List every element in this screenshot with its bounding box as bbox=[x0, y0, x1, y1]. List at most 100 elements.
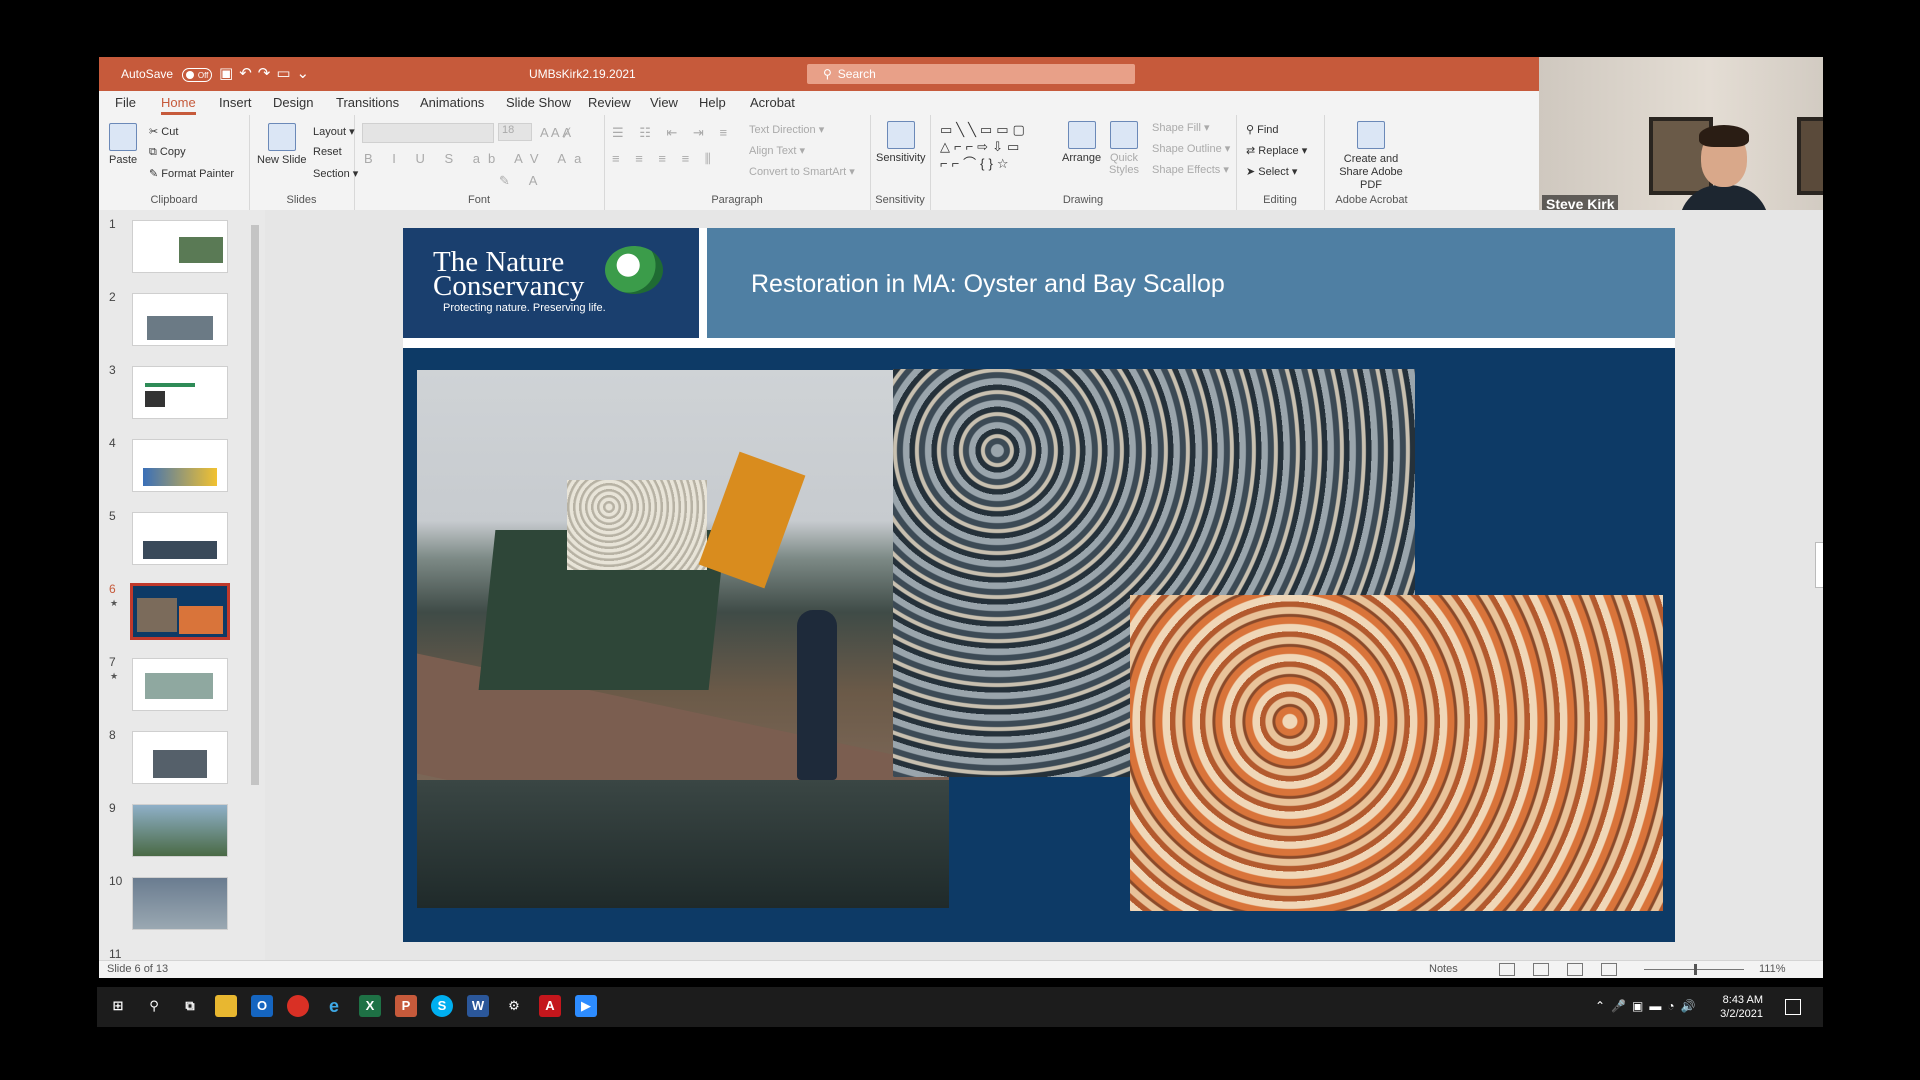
edge-icon[interactable]: e bbox=[323, 995, 345, 1017]
slide-thumbnail-9[interactable] bbox=[132, 804, 228, 857]
tab-transitions[interactable]: Transitions bbox=[336, 95, 399, 110]
slide-thumbnail-5[interactable] bbox=[132, 512, 228, 565]
font-style-buttons[interactable]: B I U S ab AV Aa bbox=[364, 151, 589, 166]
search-icon: ⚲ bbox=[823, 67, 832, 81]
save-icon[interactable]: ▣ bbox=[219, 65, 239, 82]
align-text-button[interactable]: Align Text ▾ bbox=[749, 144, 805, 157]
tab-help[interactable]: Help bbox=[699, 95, 726, 110]
list-buttons[interactable]: ☰ ☷ ⇤ ⇥ ≡ bbox=[612, 125, 733, 141]
cut-button[interactable]: ✂ Cut bbox=[149, 125, 178, 138]
slide-thumbnail-7[interactable] bbox=[132, 658, 228, 711]
layout-button[interactable]: Layout ▾ bbox=[313, 125, 355, 138]
excel-icon[interactable]: X bbox=[359, 995, 381, 1017]
tab-file[interactable]: File bbox=[115, 95, 136, 110]
paste-button[interactable]: Paste bbox=[109, 123, 137, 166]
reset-button[interactable]: Reset bbox=[313, 146, 342, 158]
arrange-icon bbox=[1067, 121, 1096, 149]
tab-view[interactable]: View bbox=[650, 95, 678, 110]
font-size-box[interactable]: 18 bbox=[498, 123, 532, 141]
redo-icon[interactable]: ↷ bbox=[258, 65, 277, 82]
slide-thumbnail-2[interactable] bbox=[132, 293, 228, 346]
zoom-slider-handle[interactable] bbox=[1694, 964, 1697, 975]
notes-button[interactable]: Notes bbox=[1429, 963, 1458, 975]
create-share-pdf-button[interactable]: Create and Share Adobe PDF bbox=[1328, 121, 1414, 192]
tab-acrobat[interactable]: Acrobat bbox=[750, 95, 795, 110]
convert-smartart-button[interactable]: Convert to SmartArt ▾ bbox=[749, 165, 855, 178]
shape-fill-button[interactable]: Shape Fill ▾ bbox=[1152, 121, 1210, 134]
alignment-buttons[interactable]: ≡ ≡ ≡ ≡ ⫼ bbox=[612, 151, 717, 167]
tab-design[interactable]: Design bbox=[273, 95, 313, 110]
shape-outline-button[interactable]: Shape Outline ▾ bbox=[1152, 142, 1230, 155]
tab-slide-show[interactable]: Slide Show bbox=[506, 95, 571, 110]
notification-icon[interactable] bbox=[1785, 999, 1801, 1015]
tab-insert[interactable]: Insert bbox=[219, 95, 252, 110]
search-placeholder: Search bbox=[837, 67, 876, 81]
tab-home[interactable]: Home bbox=[161, 95, 196, 115]
replace-button[interactable]: ⇄ Replace ▾ bbox=[1246, 144, 1307, 157]
reading-view-icon[interactable] bbox=[1567, 963, 1583, 976]
slideshow-view-icon[interactable] bbox=[1601, 963, 1617, 976]
arrange-button[interactable]: Arrange bbox=[1062, 121, 1101, 164]
skype-icon[interactable]: S bbox=[431, 995, 453, 1017]
powerpoint-icon[interactable]: P bbox=[395, 995, 417, 1017]
font-color-buttons[interactable]: ✎ A bbox=[499, 173, 545, 189]
present-icon[interactable]: ▭ bbox=[276, 65, 296, 82]
shapes-gallery[interactable]: ▭╲╲▭▭▢ △⌐⌐⇨⇩▭ ⌐⌐⌒{}☆ bbox=[940, 121, 1058, 173]
search-box[interactable]: ⚲ Search bbox=[807, 64, 1135, 84]
slide-number: 6 bbox=[109, 582, 116, 596]
section-button[interactable]: Section ▾ bbox=[313, 167, 358, 180]
nature-conservancy-logo: The Nature Conservancy Protecting nature.… bbox=[403, 228, 699, 338]
slide-thumbnail-3[interactable] bbox=[132, 366, 228, 419]
document-title: UMBsKirk2.19.2021 bbox=[529, 67, 636, 81]
new-slide-button[interactable]: New Slide bbox=[257, 123, 307, 166]
slide-thumbnail-6[interactable] bbox=[130, 583, 230, 640]
thumbnail-scroll-thumb[interactable] bbox=[251, 225, 259, 785]
normal-view-icon[interactable] bbox=[1499, 963, 1515, 976]
paste-icon bbox=[109, 123, 138, 151]
word-icon[interactable]: W bbox=[467, 995, 489, 1017]
slide-thumbnail-4[interactable] bbox=[132, 439, 228, 492]
system-tray[interactable]: ⌃🎤▣▬◔🔊 bbox=[1595, 999, 1702, 1013]
slide-thumbnail-8[interactable] bbox=[132, 731, 228, 784]
outlook-icon[interactable]: O bbox=[251, 995, 273, 1017]
customize-qat-icon[interactable]: ⌄ bbox=[297, 65, 316, 82]
font-name-box[interactable] bbox=[362, 123, 494, 143]
select-button[interactable]: ➤ Select ▾ bbox=[1246, 165, 1297, 178]
font-size-arrows[interactable]: A A Ⱥ bbox=[540, 125, 571, 140]
slide-scroll-thumb[interactable] bbox=[1815, 542, 1823, 588]
find-button[interactable]: ⚲ Find bbox=[1246, 123, 1279, 136]
paragraph-group: ☰ ☷ ⇤ ⇥ ≡ ≡ ≡ ≡ ≡ ⫼ Text Direction ▾ Ali… bbox=[604, 115, 871, 210]
shape-effects-button[interactable]: Shape Effects ▾ bbox=[1152, 163, 1229, 176]
zoom-icon[interactable]: ▶ bbox=[575, 995, 597, 1017]
sensitivity-button[interactable]: Sensitivity bbox=[876, 121, 926, 164]
slide-thumbnail-1[interactable] bbox=[132, 220, 228, 273]
settings-gear-icon[interactable]: ⚙ bbox=[503, 995, 525, 1017]
undo-icon[interactable]: ↶ bbox=[239, 65, 258, 82]
chrome-icon[interactable] bbox=[287, 995, 309, 1017]
autosave-switch[interactable]: Off bbox=[182, 67, 213, 82]
format-painter-button[interactable]: ✎ Format Painter bbox=[149, 167, 234, 180]
task-view-icon[interactable]: ⧉ bbox=[179, 995, 201, 1017]
acrobat-icon[interactable]: A bbox=[539, 995, 561, 1017]
file-explorer-icon[interactable] bbox=[215, 995, 237, 1017]
text-direction-button[interactable]: Text Direction ▾ bbox=[749, 123, 824, 136]
bay-scallops-photo[interactable] bbox=[1130, 595, 1663, 911]
slide-sorter-icon[interactable] bbox=[1533, 963, 1549, 976]
current-slide[interactable]: The Nature Conservancy Protecting nature.… bbox=[403, 228, 1675, 942]
slide-title-box[interactable]: Restoration in MA: Oyster and Bay Scallo… bbox=[707, 228, 1675, 338]
brush-icon: ✎ bbox=[149, 168, 159, 180]
windows-start-icon[interactable]: ⊞ bbox=[107, 995, 129, 1017]
thumbnail-scrollbar[interactable] bbox=[249, 215, 259, 955]
zoom-level[interactable]: 111% bbox=[1759, 963, 1786, 975]
tab-review[interactable]: Review bbox=[588, 95, 631, 110]
status-bar: Slide 6 of 13 Notes 111% bbox=[99, 960, 1823, 978]
copy-button[interactable]: ⧉ Copy bbox=[149, 146, 186, 159]
slide-thumbnail-10[interactable] bbox=[132, 877, 228, 930]
autosave-toggle[interactable]: AutoSave Off bbox=[121, 67, 213, 82]
clock[interactable]: 8:43 AM 3/2/2021 bbox=[1720, 993, 1763, 1021]
search-icon[interactable]: ⚲ bbox=[143, 995, 165, 1017]
quick-styles-button[interactable]: Quick Styles bbox=[1106, 121, 1142, 176]
slide-scrollbar[interactable] bbox=[1815, 237, 1823, 937]
barge-shell-loading-photo[interactable] bbox=[417, 370, 949, 908]
tab-animations[interactable]: Animations bbox=[420, 95, 484, 110]
